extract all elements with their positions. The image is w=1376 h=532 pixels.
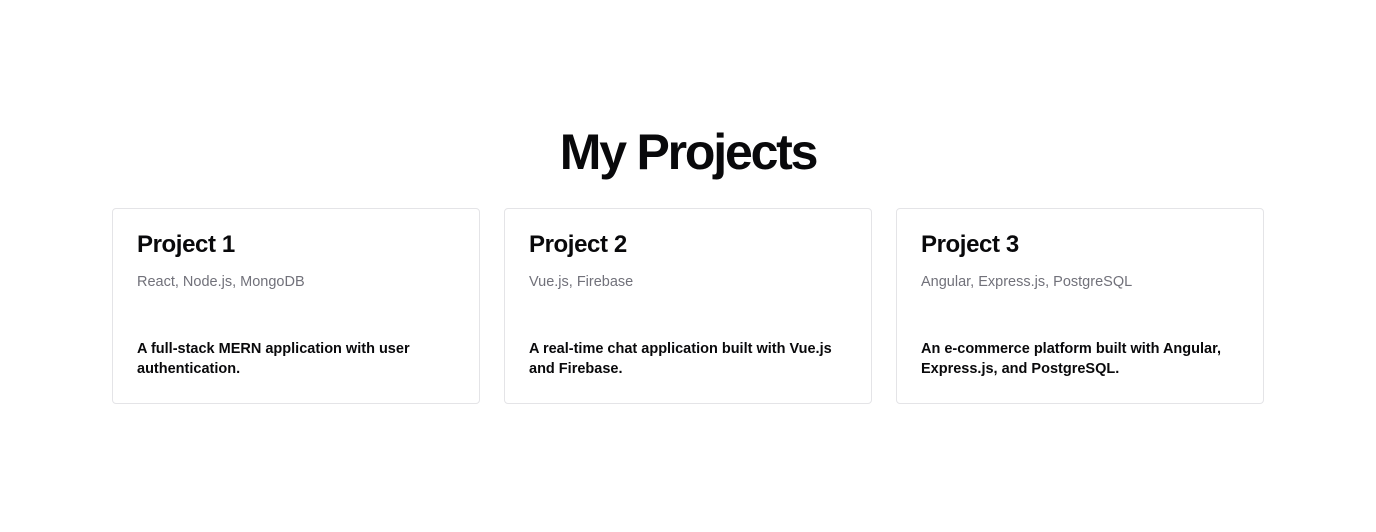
project-description: A full-stack MERN application with user … xyxy=(137,341,410,377)
project-tech-stack: Vue.js, Firebase xyxy=(529,274,634,290)
project-card[interactable]: Project 2 Vue.js, Firebase A real-time c… xyxy=(504,208,872,404)
project-card[interactable]: Project 3 Angular, Express.js, PostgreSQ… xyxy=(896,208,1264,404)
project-tech-stack: React, Node.js, MongoDB xyxy=(137,274,305,290)
projects-grid: Project 1 React, Node.js, MongoDB A full… xyxy=(112,208,1264,404)
project-description: An e-commerce platform built with Angula… xyxy=(921,341,1221,377)
project-title: Project 1 xyxy=(137,231,235,258)
project-title: Project 3 xyxy=(921,231,1019,258)
project-card[interactable]: Project 1 React, Node.js, MongoDB A full… xyxy=(112,208,480,404)
project-title: Project 2 xyxy=(529,231,627,258)
project-description: A real-time chat application built with … xyxy=(529,341,832,377)
page-title: My Projects xyxy=(559,124,819,180)
projects-section: My Projects Project 1 React, Node.js, Mo… xyxy=(0,0,1376,532)
project-tech-stack: Angular, Express.js, PostgreSQL xyxy=(921,274,1133,290)
